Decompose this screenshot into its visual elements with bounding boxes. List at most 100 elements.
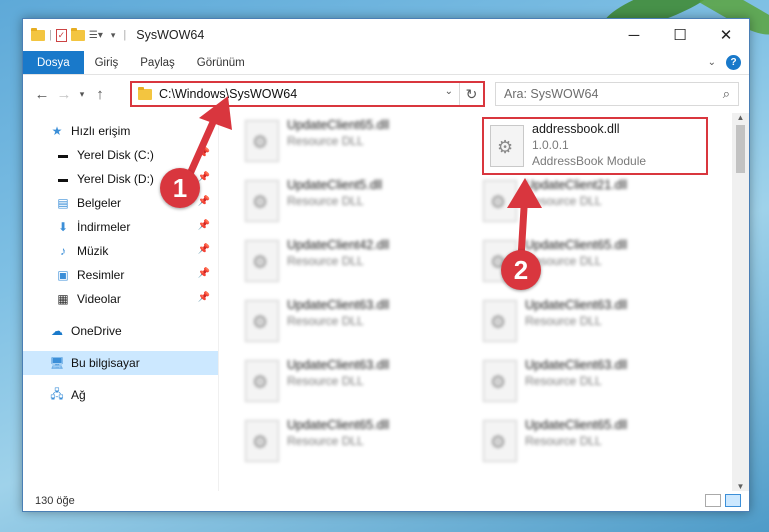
computer-icon: 🖥 [49,356,65,370]
sidebar-item-label: Bu bilgisayar [71,356,140,370]
drive-icon: ▬ [58,149,68,161]
list-item[interactable]: UpdateClient63.dll Resource DLL [239,293,459,349]
list-item[interactable]: UpdateClient65.dll Resource DLL [477,413,697,469]
quick-access-toolbar: | ✓ ☰▾ ▾ | [23,27,127,42]
close-button[interactable]: ✕ [703,19,749,51]
help-icon[interactable]: ? [726,55,741,70]
list-item[interactable]: UpdateClient5.dll Resource DLL [239,173,459,229]
scroll-down-icon[interactable]: ▼ [732,482,749,491]
dll-file-icon [483,300,517,342]
list-item[interactable]: UpdateClient42.dll Resource DLL [239,233,459,289]
file-type: Resource DLL [525,194,602,208]
file-name: UpdateClient65.dll [287,118,390,132]
file-type: Resource DLL [287,254,364,268]
back-arrow-icon[interactable]: ← [31,86,53,103]
tiles-view-icon[interactable] [725,494,741,507]
sidebar-item-label: Hızlı erişim [71,124,131,138]
search-input[interactable]: Ara: SysWOW64 ⌕ [495,82,739,106]
sidebar-item-network[interactable]: 🖧 Ağ [23,383,218,407]
file-name: UpdateClient65.dll [287,418,390,432]
dll-file-icon [245,360,279,402]
pin-icon[interactable]: 📌 [198,292,210,303]
highlighted-file-addressbook[interactable]: addressbook.dll 1.0.0.1 AddressBook Modu… [482,117,708,175]
file-type: Resource DLL [287,134,364,148]
dll-file-icon [245,420,279,462]
forward-arrow-icon[interactable]: → [53,86,75,103]
pin-icon[interactable]: 📌 [198,220,210,231]
expand-ribbon-icon[interactable]: ⌄ [708,57,716,68]
list-item[interactable]: UpdateClient65.dll Resource DLL [239,413,459,469]
scroll-up-icon[interactable]: ▲ [732,113,749,122]
pin-icon[interactable]: 📌 [198,172,210,183]
tab-file[interactable]: Dosya [23,51,84,74]
customize-toolbar-icon[interactable]: ☰▾ [89,28,103,42]
navigation-bar: ← → ▾ ↑ C:\Windows\SysWOW64 ⌄ ↻ Ara: Sys… [23,75,749,113]
title-bar: | ✓ ☰▾ ▾ | SysWOW64 ─ ☐ ✕ [23,19,749,51]
list-item[interactable]: UpdateClient65.dll Resource DLL [239,113,459,169]
dll-file-icon [483,180,517,222]
dll-file-icon [483,420,517,462]
vertical-scrollbar[interactable]: ▲ ▼ [732,113,749,491]
file-name: UpdateClient63.dll [525,358,628,372]
cloud-icon: ☁ [51,324,63,338]
sidebar-item-label: Videolar [77,292,121,306]
sidebar-item-label: Ağ [71,388,86,402]
address-path[interactable]: C:\Windows\SysWOW64 [159,87,297,101]
up-arrow-icon[interactable]: ↑ [89,86,111,103]
recent-locations-icon[interactable]: ▾ [75,89,89,100]
pin-icon[interactable]: 📌 [198,148,210,159]
separator: | [123,29,127,41]
sidebar-item-this-pc[interactable]: 🖥 Bu bilgisayar [23,351,218,375]
dll-file-icon [483,360,517,402]
dll-file-icon [245,300,279,342]
tab-home[interactable]: Giriş [84,51,130,74]
tab-view[interactable]: Görünüm [186,51,256,74]
address-dropdown-icon[interactable]: ⌄ [445,86,453,97]
properties-icon[interactable]: ✓ [55,28,67,42]
sidebar-item-videos[interactable]: ▦ Videolar 📌 [23,287,218,311]
file-type: Resource DLL [525,374,602,388]
file-type: Resource DLL [287,434,364,448]
folder-icon [31,27,45,42]
downloads-icon: ⬇ [57,220,69,234]
sidebar-item-downloads[interactable]: ⬇ İndirmeler 📌 [23,215,218,239]
file-type: Resource DLL [525,314,602,328]
details-view-icon[interactable] [705,494,721,507]
list-item[interactable]: UpdateClient63.dll Resource DLL [477,293,697,349]
pin-icon[interactable]: 📌 [198,244,210,255]
sidebar-item-drive-c[interactable]: ▬ Yerel Disk (C:) 📌 [23,143,218,167]
step-1-badge: 1 [160,168,200,208]
new-folder-icon[interactable] [70,27,85,42]
step-2-badge: 2 [501,250,541,290]
search-icon[interactable]: ⌕ [723,86,730,102]
search-placeholder: Ara: SysWOW64 [504,87,599,101]
minimize-button[interactable]: ─ [611,19,657,51]
dll-file-icon [490,125,524,167]
sidebar-item-pictures[interactable]: ▣ Resimler 📌 [23,263,218,287]
toolbar-dropdown-icon[interactable]: ▾ [111,30,116,41]
file-name: UpdateClient42.dll [287,238,390,252]
pin-icon[interactable]: 📌 [198,196,210,207]
address-bar[interactable]: C:\Windows\SysWOW64 ⌄ ↻ [130,81,485,107]
list-item[interactable]: UpdateClient21.dll Resource DLL [477,173,697,229]
sidebar-item-onedrive[interactable]: ☁ OneDrive [23,319,218,343]
videos-icon: ▦ [57,292,69,306]
maximize-button[interactable]: ☐ [657,19,703,51]
pin-icon[interactable]: 📌 [198,268,210,279]
status-bar: 130 öğe [23,491,749,511]
separator: | [49,29,52,41]
refresh-icon[interactable]: ↻ [459,83,483,105]
file-type: Resource DLL [287,194,364,208]
file-description: AddressBook Module [532,154,647,168]
sidebar-item-music[interactable]: ♪ Müzik 📌 [23,239,218,263]
tab-share[interactable]: Paylaş [129,51,186,74]
pictures-icon: ▣ [57,268,69,282]
list-item[interactable]: UpdateClient63.dll Resource DLL [239,353,459,409]
ribbon-tabs: Dosya Giriş Paylaş Görünüm ⌄ ? [23,51,749,75]
sidebar-item-label: Resimler [77,268,125,282]
drive-icon: ▬ [58,173,68,185]
list-item[interactable]: UpdateClient63.dll Resource DLL [477,353,697,409]
file-version: 1.0.0.1 [532,138,569,152]
sidebar-item-quick-access[interactable]: ★ Hızlı erişim [23,119,218,143]
scroll-thumb[interactable] [736,125,745,173]
